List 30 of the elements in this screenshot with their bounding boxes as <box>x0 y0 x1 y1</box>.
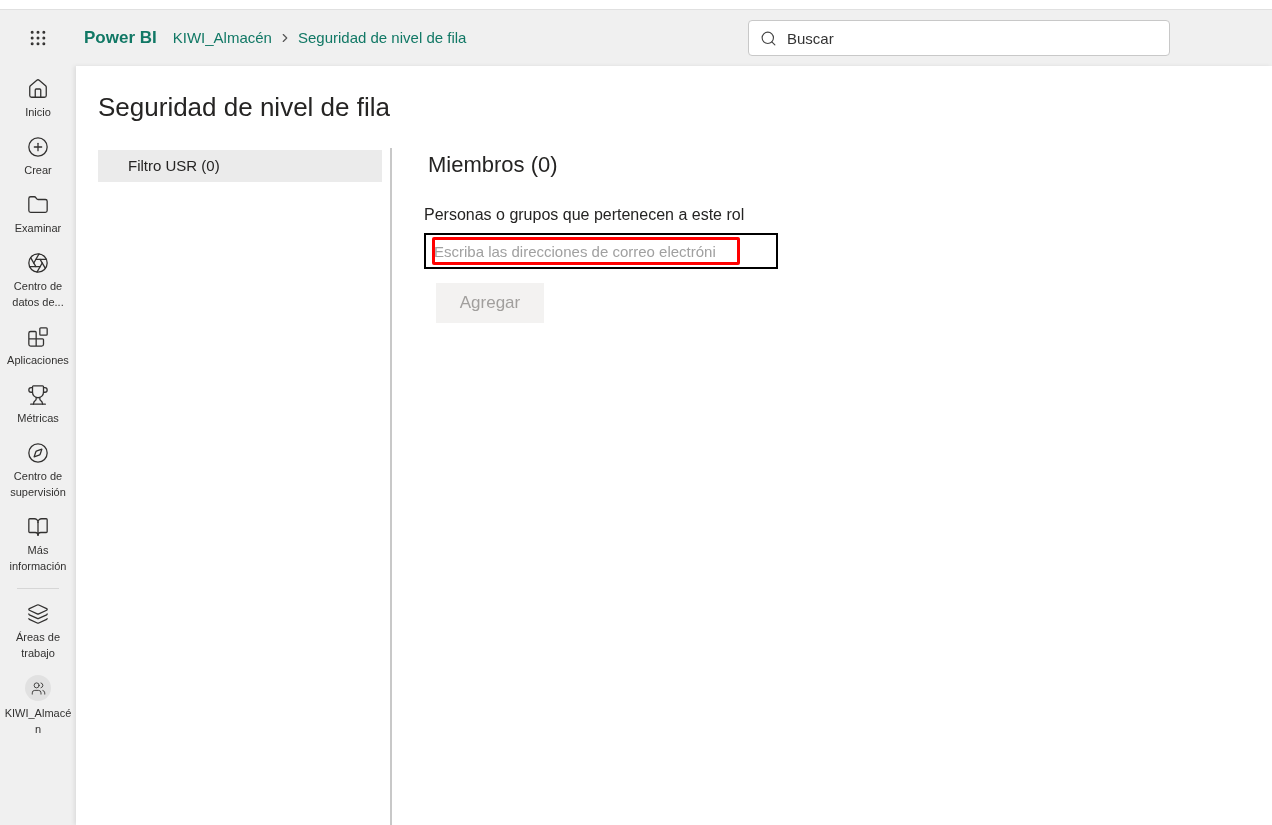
nav-item[interactable]: Áreas de trabajo <box>1 597 75 667</box>
role-item[interactable]: Filtro USR (0) <box>98 150 382 182</box>
folder-icon <box>27 194 49 216</box>
email-input-field[interactable]: Escriba las direcciones de correo electróni <box>424 233 778 269</box>
stack-icon <box>27 603 49 625</box>
nav-item[interactable]: Examinar <box>1 188 75 242</box>
page-title: Seguridad de nivel de fila <box>98 91 391 124</box>
nav-item[interactable]: Centro de supervisión <box>1 436 75 506</box>
breadcrumb-link[interactable]: KIWI_Almacén <box>172 26 272 50</box>
search-icon <box>760 30 777 47</box>
search-field[interactable]: Buscar <box>748 20 1170 56</box>
nav-item[interactable]: Crear <box>1 130 75 184</box>
field-label: Personas o grupos que pertenecen a este rol <box>424 205 746 225</box>
nav-item[interactable]: Inicio <box>1 72 75 126</box>
apps-icon <box>27 326 49 348</box>
nav-item[interactable]: Métricas <box>1 378 75 432</box>
people-icon <box>30 680 46 696</box>
nav-item[interactable]: Centro de datos de... <box>1 246 75 316</box>
book-icon <box>27 516 49 538</box>
nav-item[interactable]: Aplicaciones <box>1 320 75 374</box>
nav-item[interactable]: KIWI_Almacén <box>3 671 73 741</box>
trophy-icon <box>27 384 49 406</box>
nav-item[interactable]: Más información <box>1 510 75 580</box>
members-title: Miembros (0) <box>428 151 559 179</box>
app-name[interactable]: Power BI <box>84 25 157 51</box>
home-icon <box>27 78 49 100</box>
breadcrumb-link[interactable]: Seguridad de nivel de fila <box>297 26 467 50</box>
plus-circle-icon <box>27 136 49 158</box>
compass-icon <box>27 442 49 464</box>
waffle-icon <box>28 28 48 48</box>
